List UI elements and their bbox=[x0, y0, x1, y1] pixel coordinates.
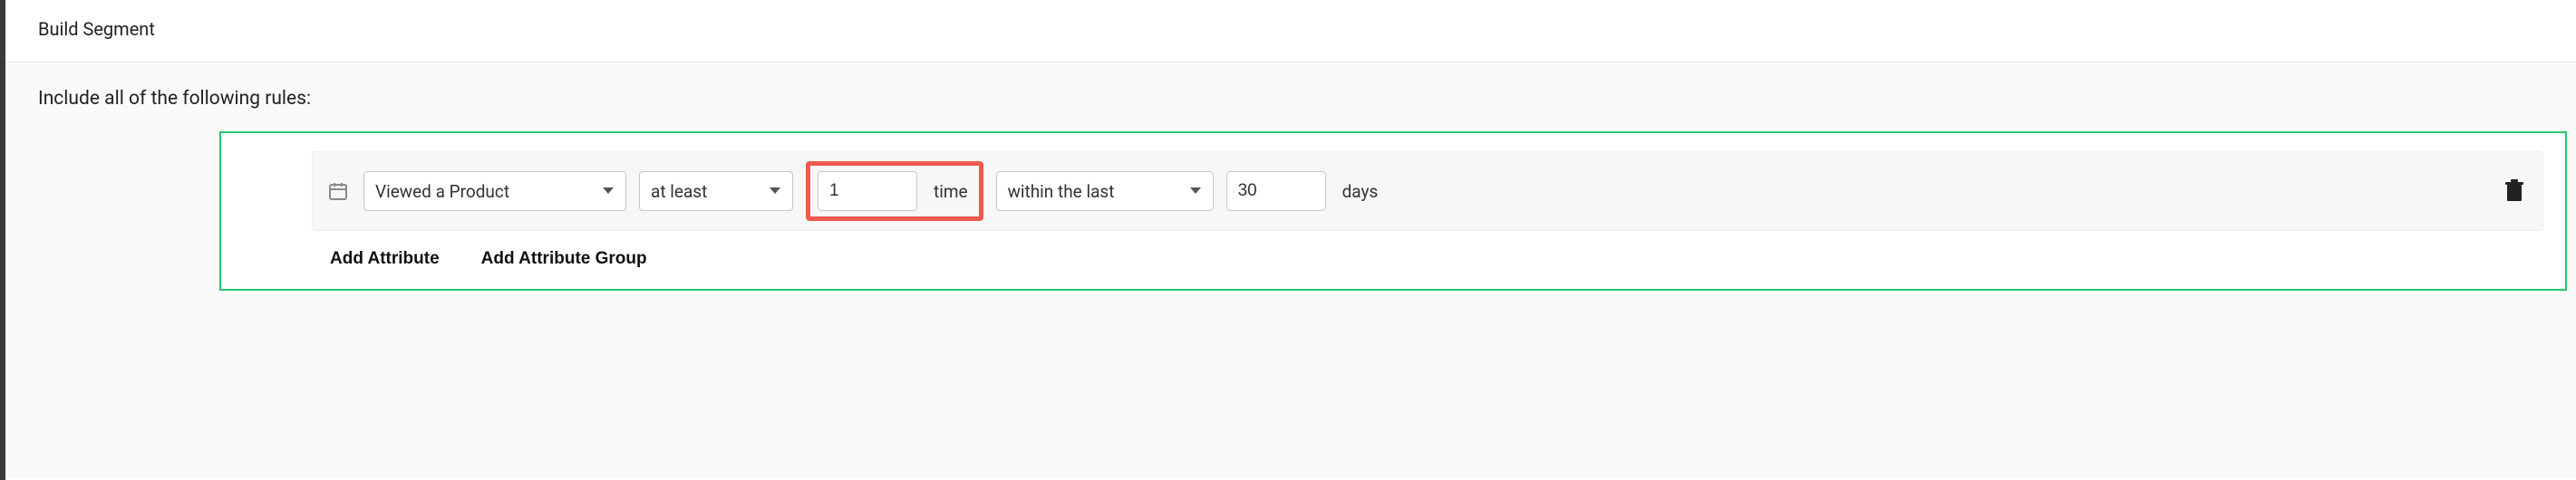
rules-intro: Include all of the following rules: bbox=[38, 88, 2543, 110]
chevron-down-icon bbox=[769, 187, 781, 196]
calendar-icon bbox=[325, 178, 351, 204]
rule-actions: Add Attribute Add Attribute Group bbox=[312, 231, 2543, 269]
add-attribute-group-button[interactable]: Add Attribute Group bbox=[481, 249, 647, 269]
add-attribute-button[interactable]: Add Attribute bbox=[330, 249, 440, 269]
event-select[interactable]: Viewed a Product bbox=[363, 171, 626, 211]
frequency-select-value: at least bbox=[651, 181, 707, 202]
frequency-select[interactable]: at least bbox=[639, 171, 793, 211]
window-unit-label: days bbox=[1339, 181, 1382, 202]
page-title: Build Segment bbox=[38, 18, 2543, 40]
count-highlight: time bbox=[806, 161, 983, 221]
delete-rule-button[interactable] bbox=[2499, 176, 2530, 206]
chevron-down-icon bbox=[602, 187, 615, 196]
header: Build Segment bbox=[5, 0, 2576, 62]
sidebar-edge bbox=[0, 0, 5, 480]
body: Include all of the following rules: View… bbox=[5, 62, 2576, 479]
rule-group: Viewed a Product at least time w bbox=[219, 131, 2567, 291]
window-select-value: within the last bbox=[1008, 181, 1115, 202]
count-unit-label: time bbox=[930, 181, 972, 202]
rule-row: Viewed a Product at least time w bbox=[312, 151, 2543, 231]
trash-icon bbox=[2504, 179, 2524, 203]
window-value-input[interactable] bbox=[1226, 171, 1326, 211]
window-select[interactable]: within the last bbox=[996, 171, 1214, 211]
count-input[interactable] bbox=[818, 171, 917, 211]
event-select-value: Viewed a Product bbox=[375, 181, 509, 202]
page: Build Segment Include all of the followi… bbox=[5, 0, 2576, 479]
chevron-down-icon bbox=[1189, 187, 1202, 196]
